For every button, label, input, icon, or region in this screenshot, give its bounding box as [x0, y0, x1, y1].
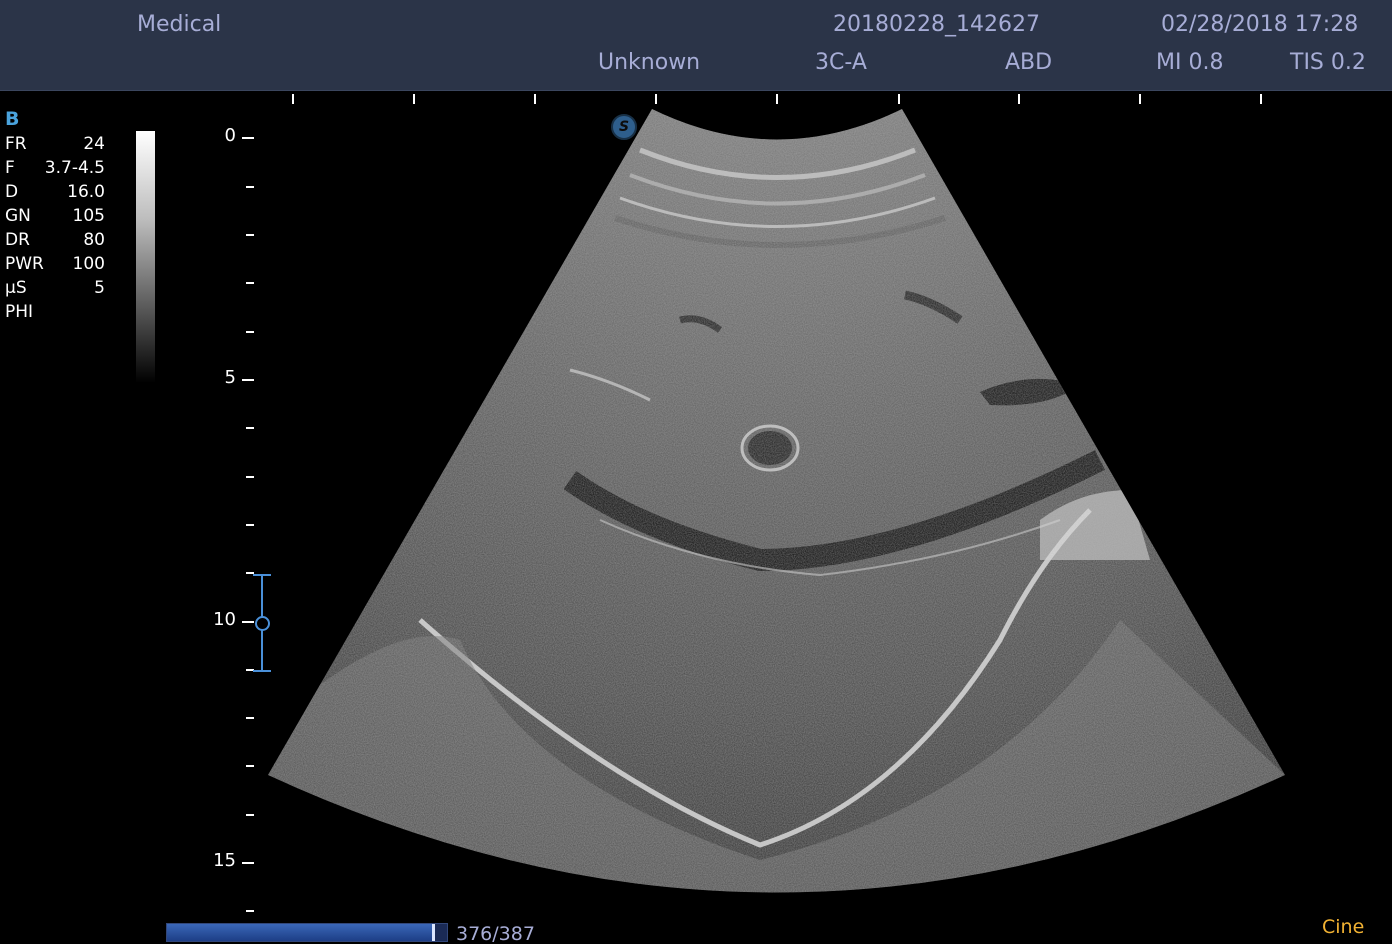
exam-id: 20180228_142627 [833, 12, 1040, 37]
grayscale-map-bar [136, 131, 155, 383]
param-value: 105 [72, 206, 105, 226]
depth-tick [246, 717, 254, 719]
param-value: 100 [72, 254, 105, 274]
mechanical-index: MI 0.8 [1156, 50, 1224, 75]
param-value: 80 [83, 230, 105, 250]
ultrasound-screen: Medical 20180228_142627 02/28/2018 17:28… [0, 0, 1392, 944]
institution-name: Medical [137, 12, 222, 37]
cine-progress-fill [167, 924, 434, 941]
lateral-tick [1260, 94, 1262, 104]
thermal-index: TIS 0.2 [1290, 50, 1366, 75]
cine-scrub-handle[interactable] [432, 924, 435, 941]
depth-tick [246, 765, 254, 767]
depth-tick [242, 137, 254, 139]
cine-frame-counter: 376/387 [456, 923, 535, 944]
depth-tick [246, 331, 254, 333]
header-bar: Medical 20180228_142627 02/28/2018 17:28… [0, 0, 1392, 91]
param-row: D 16.0 [5, 180, 105, 204]
depth-label: 5 [224, 367, 236, 388]
lateral-tick [1018, 94, 1020, 104]
depth-tick [242, 862, 254, 864]
param-row: DR 80 [5, 228, 105, 252]
patient-name: Unknown [598, 50, 701, 75]
param-row: FR 24 [5, 132, 105, 156]
param-row: µS 5 [5, 276, 105, 300]
exam-datetime: 02/28/2018 17:28 [1161, 12, 1359, 37]
s-circle-icon: S [611, 114, 637, 140]
depth-tick [242, 379, 254, 381]
focus-zone-bottom [253, 670, 271, 672]
param-row: GN 105 [5, 204, 105, 228]
cine-mode-label: Cine [1322, 916, 1365, 938]
param-row: PWR 100 [5, 252, 105, 276]
depth-tick [246, 910, 254, 912]
param-value: 5 [94, 278, 105, 298]
param-key: FR [5, 134, 27, 154]
lateral-tick [655, 94, 657, 104]
param-value: 24 [83, 134, 105, 154]
param-key: µS [5, 278, 27, 298]
param-key: GN [5, 206, 31, 226]
depth-scale: 0 5 10 15 [200, 120, 280, 930]
lateral-tick [413, 94, 415, 104]
depth-tick [246, 814, 254, 816]
param-row: PHI [5, 300, 105, 324]
param-value: 16.0 [67, 182, 105, 202]
depth-tick [242, 621, 254, 623]
depth-tick [246, 234, 254, 236]
focus-point[interactable] [255, 616, 270, 631]
depth-label: 0 [224, 125, 236, 146]
param-key: PWR [5, 254, 44, 274]
depth-tick [246, 427, 254, 429]
param-row: F 3.7-4.5 [5, 156, 105, 180]
param-key: F [5, 158, 15, 178]
depth-label: 15 [213, 850, 236, 871]
lateral-tick [776, 94, 778, 104]
lateral-tick [898, 94, 900, 104]
imaging-parameters: B FR 24 F 3.7-4.5 D 16.0 GN 105 DR 80 PWR 100 … [5, 106, 105, 324]
param-key: D [5, 182, 19, 202]
depth-tick [246, 524, 254, 526]
lateral-tick [534, 94, 536, 104]
lateral-tick [1139, 94, 1141, 104]
imaging-mode: B [5, 108, 20, 130]
lateral-tick [292, 94, 294, 104]
focus-zone-top [253, 574, 271, 576]
depth-tick [246, 476, 254, 478]
cine-progress-bar[interactable] [166, 923, 448, 942]
param-value: 3.7-4.5 [44, 158, 105, 178]
preset-name: ABD [1005, 50, 1053, 75]
param-key: DR [5, 230, 30, 250]
depth-tick [246, 282, 254, 284]
param-key: PHI [5, 302, 34, 322]
lateral-scale [0, 92, 1392, 106]
depth-label: 10 [213, 609, 236, 630]
depth-tick [246, 186, 254, 188]
probe-name: 3C-A [815, 50, 867, 75]
